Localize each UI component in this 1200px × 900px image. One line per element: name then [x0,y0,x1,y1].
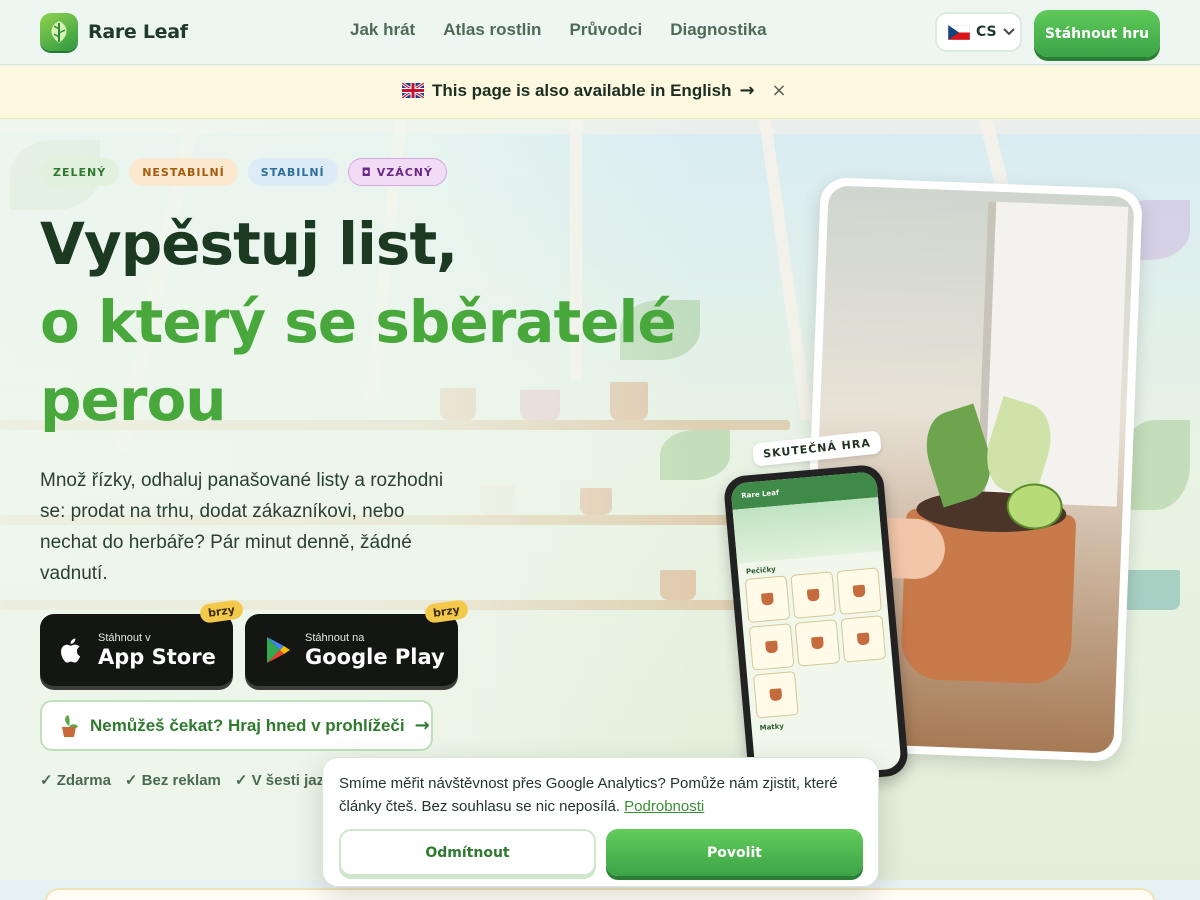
google-play-label: Google Play [305,644,445,669]
leaf-icon [40,13,78,51]
nav-plant-atlas[interactable]: Atlas rostlin [443,20,541,40]
check-languages: ✓ V šesti jazy [234,772,333,789]
potted-plant-icon [62,714,78,737]
app-store-caption: Stáhnout v [98,631,151,644]
phone-mockup: Rare Leaf Pečičky Matky [722,463,910,789]
tag-stable: STABILNÍ [247,158,338,186]
close-banner-button[interactable]: × [770,80,788,102]
app-store-label: App Store [98,644,216,669]
plant-card [840,615,887,663]
phone-screen: Rare Leaf Pečičky Matky [730,471,902,781]
tag-unstable: NESTABILNÍ [129,158,238,186]
cookie-details-link[interactable]: Podrobnosti [624,798,704,815]
arrow-right-icon: → [414,715,430,736]
play-in-browser-button[interactable]: Nemůžeš čekat? Hraj hned v prohlížeči → [40,700,433,751]
chevron-down-icon [1002,28,1015,36]
download-game-button[interactable]: Stáhnout hru [1034,10,1160,57]
plant-card [836,567,882,615]
google-play-caption: Stáhnout na [305,631,365,644]
cookie-consent-dialog: Smíme měřit návštěvnost přes Google Anal… [322,757,879,887]
tag-rare: ◘ VZÁCNÝ [347,158,447,186]
tag-green: ZELENÝ [40,158,120,186]
language-select[interactable]: CS [935,12,1022,52]
site-header: Rare Leaf Jak hrát Atlas rostlin Průvodc… [0,0,1200,65]
logo-text: Rare Leaf [88,21,188,43]
language-banner: This page is also available in English →… [0,66,1200,119]
plant-card [753,671,799,719]
arrow-right-icon: → [739,80,755,101]
play-in-browser-label: Nemůžeš čekat? Hraj hned v prohlížeči [90,715,405,735]
nav-how-to-play[interactable]: Jak hrát [350,20,415,40]
watering-can [1120,570,1180,610]
check-no-ads: ✓ Bez reklam [124,772,221,789]
phone-plant-grid [739,567,897,719]
rarity-tags: ZELENÝ NESTABILNÍ STABILNÍ ◘ VZÁCNÝ [40,158,447,186]
nav-guides[interactable]: Průvodci [569,20,642,40]
title-line-1: Vypěstuj list, [40,210,458,278]
title-line-3: perou [40,366,227,434]
plant-card [790,571,837,619]
feature-checks: ✓ Zdarma ✓ Bez reklam ✓ V šesti jazy [40,771,333,789]
banner-link[interactable]: This page is also available in English → [402,80,755,101]
hero-description: Množ řízky, odhaluj panašované listy a r… [40,470,444,584]
logo[interactable]: Rare Leaf [40,13,188,51]
google-play-button[interactable]: Stáhnout na Google Play brzy [245,599,470,686]
allow-button[interactable]: Povolit [606,829,863,876]
plant-card [794,619,841,667]
cookie-message: Smíme měřit návštěvnost přes Google Anal… [339,775,838,815]
banner-text: This page is also available in English [432,80,732,100]
greenhouse-beam [758,120,814,420]
app-store-button[interactable]: Stáhnout v App Store brzy [40,599,245,686]
apple-icon [61,638,81,663]
check-free: ✓ Zdarma [40,772,111,789]
uk-flag-icon [402,83,424,98]
title-line-2: o který se sběratelé [40,288,677,356]
reject-button[interactable]: Odmítnout [339,829,596,876]
language-code: CS [976,24,997,40]
phone-hero [732,497,883,564]
plant-card [748,623,795,671]
main-nav: Jak hrát Atlas rostlin Průvodci Diagnost… [350,20,767,40]
czech-flag-icon [948,24,970,40]
cookie-text: Smíme měřit návštěvnost přes Google Anal… [339,772,869,818]
plant-card [744,575,791,623]
page-title: Vypěstuj list, o který se sběratelé pero… [40,205,720,439]
next-section-card [44,888,1156,900]
nav-diagnostics[interactable]: Diagnostika [670,20,766,40]
google-play-icon [267,637,290,663]
